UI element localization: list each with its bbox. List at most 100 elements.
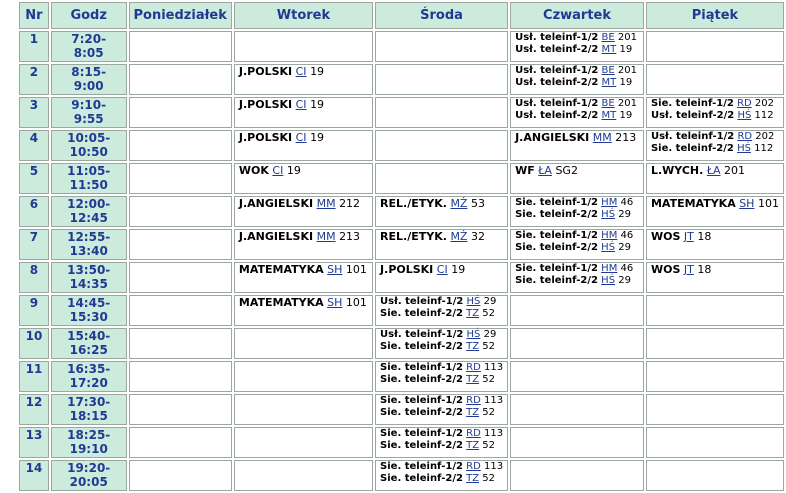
lesson-cell: [128, 64, 232, 95]
teacher-link[interactable]: JT: [684, 263, 694, 276]
teacher-link[interactable]: RD: [466, 461, 481, 472]
teacher-link[interactable]: HŚ: [601, 275, 615, 286]
subject-name: MATEMATYKA: [238, 296, 324, 309]
lesson-cell: REL./ETYK. MŻ 53: [375, 196, 509, 227]
lesson-cell: WOS JT 18: [645, 262, 784, 293]
teacher-link[interactable]: SH: [739, 197, 754, 210]
teacher-link[interactable]: TZ: [466, 308, 479, 319]
teacher-link[interactable]: HM: [601, 230, 617, 241]
lesson-entry: Usł. teleinf-1/2 RD 202: [651, 131, 779, 143]
room-number: 201: [724, 164, 746, 177]
lesson-number: 7: [19, 229, 49, 260]
lesson-time: 8:15- 9:00: [50, 64, 127, 95]
teacher-link[interactable]: TZ: [466, 440, 479, 451]
lesson-cell: [510, 328, 644, 359]
lesson-cell: J.POLSKI CI 19: [375, 262, 509, 293]
teacher-link[interactable]: TZ: [466, 374, 479, 385]
lesson-entry: Sie. teleinf-1/2 HM 46: [515, 197, 639, 209]
lesson-entry: WF ŁA SG2: [515, 164, 639, 177]
lesson-cell: [233, 427, 374, 458]
teacher-link[interactable]: CI: [437, 263, 448, 276]
lesson-entry: Usł. teleinf-1/2 BE 201: [515, 32, 639, 44]
teacher-link[interactable]: HM: [601, 197, 617, 208]
teacher-link[interactable]: HŚ: [601, 242, 615, 253]
subject-name: Sie. teleinf-1/2: [380, 395, 463, 406]
table-row: 8 13:50-14:35 MATEMATYKA SH 101 J.POLSKI CI…: [19, 262, 784, 293]
lesson-number: 6: [19, 196, 49, 227]
lesson-entry: REL./ETYK. MŻ 53: [380, 197, 503, 210]
teacher-link[interactable]: HŚ: [467, 296, 481, 307]
teacher-link[interactable]: RD: [737, 98, 752, 109]
teacher-link[interactable]: CI: [296, 131, 307, 144]
lesson-entry: Sie. teleinf-1/2 RD 202: [651, 98, 779, 110]
table-row: 1 7:20- 8:05 Usł. teleinf-1/2 BE 201 Usł. t…: [19, 31, 784, 62]
lesson-entry: J.ANGIELSKI MM 213: [239, 230, 368, 243]
teacher-link[interactable]: BE: [602, 32, 615, 43]
teacher-link[interactable]: MT: [602, 110, 617, 121]
room-number: 201: [617, 98, 638, 109]
teacher-link[interactable]: MT: [602, 44, 617, 55]
subject-name: L.WYCH.: [650, 164, 704, 177]
lesson-entry: MATEMATYKA SH 101: [239, 263, 368, 276]
teacher-link[interactable]: TZ: [466, 341, 479, 352]
teacher-link[interactable]: JT: [684, 230, 694, 243]
teacher-link[interactable]: HM: [601, 263, 617, 274]
subject-name: Sie. teleinf-2/2: [380, 374, 463, 385]
room-number: 29: [618, 242, 631, 253]
teacher-link[interactable]: ŁA: [707, 164, 721, 177]
teacher-link[interactable]: MT: [602, 77, 617, 88]
teacher-link[interactable]: MM: [593, 131, 612, 144]
room-number: 19: [619, 77, 633, 88]
teacher-link[interactable]: MM: [317, 197, 336, 210]
teacher-link[interactable]: ŁA: [538, 164, 552, 177]
lesson-time: 17:30-18:15: [50, 394, 127, 425]
teacher-link[interactable]: MŻ: [450, 230, 467, 243]
room-number: 19: [619, 110, 633, 121]
room-number: 201: [617, 65, 638, 76]
subject-name: Sie. teleinf-1/2: [515, 197, 598, 208]
teacher-link[interactable]: RD: [466, 428, 481, 439]
lesson-time: 19:20-20:05: [50, 460, 127, 491]
lesson-cell: [128, 163, 232, 194]
teacher-link[interactable]: TZ: [466, 473, 479, 484]
lesson-cell: [128, 229, 232, 260]
table-row: 12 17:30-18:15 Sie. teleinf-1/2 RD 113 Sie.…: [19, 394, 784, 425]
subject-name: J.POLSKI: [238, 65, 293, 78]
lesson-entry: J.POLSKI CI 19: [239, 65, 368, 78]
teacher-link[interactable]: BE: [602, 65, 615, 76]
teacher-link[interactable]: SH: [327, 263, 342, 276]
teacher-link[interactable]: CI: [296, 65, 307, 78]
teacher-link[interactable]: HŚ: [467, 329, 481, 340]
teacher-link[interactable]: HŚ: [601, 209, 615, 220]
lesson-cell: [233, 460, 374, 491]
lesson-cell: [375, 130, 509, 161]
lesson-cell: [510, 427, 644, 458]
teacher-link[interactable]: RD: [466, 395, 481, 406]
lesson-number: 14: [19, 460, 49, 491]
teacher-link[interactable]: CI: [272, 164, 283, 177]
lesson-cell: [510, 394, 644, 425]
teacher-link[interactable]: TZ: [466, 407, 479, 418]
teacher-link[interactable]: MŻ: [450, 197, 467, 210]
teacher-link[interactable]: RD: [737, 131, 752, 142]
teacher-link[interactable]: HŚ: [737, 143, 751, 154]
teacher-link[interactable]: SH: [327, 296, 342, 309]
subject-name: Sie. teleinf-1/2: [380, 362, 463, 373]
teacher-link[interactable]: RD: [466, 362, 481, 373]
teacher-link[interactable]: CI: [296, 98, 307, 111]
lesson-entry: Sie. teleinf-2/2 TZ 52: [380, 308, 503, 320]
lesson-cell: J.ANGIELSKI MM 213: [233, 229, 374, 260]
table-row: 3 9:10- 9:55 J.POLSKI CI 19 Usł. teleinf-1/…: [19, 97, 784, 128]
subject-name: WOS: [650, 263, 681, 276]
teacher-link[interactable]: HŚ: [737, 110, 751, 121]
teacher-link[interactable]: MM: [317, 230, 336, 243]
room-number: 52: [482, 440, 496, 451]
table-row: 5 11:05-11:50 WOK CI 19 WF ŁA SG2 L.WYCH. ŁA…: [19, 163, 784, 194]
subject-name: J.POLSKI: [380, 263, 434, 276]
lesson-entry: Sie. teleinf-2/2 TZ 52: [380, 341, 503, 353]
teacher-link[interactable]: BE: [602, 98, 615, 109]
subject-name: Sie. teleinf-2/2: [380, 308, 463, 319]
table-row: 4 10:05-10:50 J.POLSKI CI 19 J.ANGIELSKI MM…: [19, 130, 784, 161]
lesson-time: 11:05-11:50: [50, 163, 127, 194]
lesson-entry: Usł. teleinf-1/2 BE 201: [515, 98, 639, 110]
